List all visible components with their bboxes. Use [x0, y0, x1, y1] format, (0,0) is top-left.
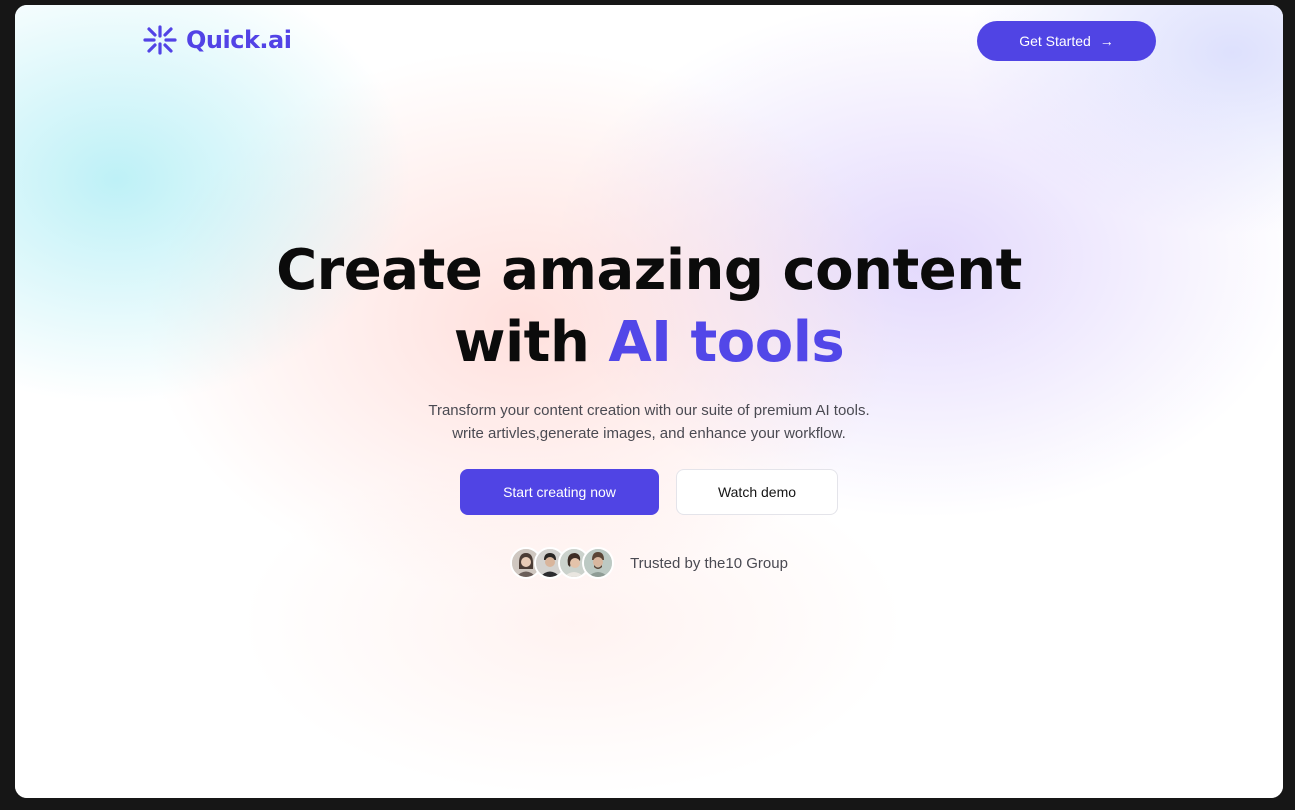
logo[interactable]: Quick.ai — [142, 24, 292, 56]
watch-demo-button[interactable]: Watch demo — [676, 469, 838, 515]
avatar — [582, 547, 615, 579]
subtitle-line-2: write artivles,generate images, and enha… — [452, 425, 846, 442]
sparkle-star-icon — [143, 25, 177, 55]
headline-accent: AI tools — [608, 310, 845, 375]
headline-line-2-prefix: with — [453, 310, 609, 375]
trust-row: Trusted by the10 Group — [15, 547, 1283, 579]
top-nav: Quick.ai Get Started → — [15, 5, 1283, 75]
arrow-right-icon: → — [1099, 33, 1114, 49]
hero-headline: Create amazing content with AI tools — [15, 235, 1283, 379]
hero-buttons: Start creating now Watch demo — [15, 469, 1283, 515]
get-started-button[interactable]: Get Started → — [977, 21, 1156, 61]
trust-text: Trusted by the10 Group — [630, 554, 788, 572]
subtitle-line-1: Transform your content creation with our… — [428, 402, 870, 419]
hero-section: Create amazing content with AI tools Tra… — [15, 235, 1283, 579]
hero-subtitle: Transform your content creation with our… — [349, 399, 949, 445]
logo-text: Quick.ai — [186, 26, 292, 54]
browser-viewport: Quick.ai Get Started → Create amazing co… — [15, 5, 1283, 798]
headline-line-1: Create amazing content — [276, 238, 1022, 303]
avatar-group — [510, 547, 615, 579]
get-started-label: Get Started — [1019, 33, 1091, 49]
start-creating-button[interactable]: Start creating now — [460, 469, 659, 515]
